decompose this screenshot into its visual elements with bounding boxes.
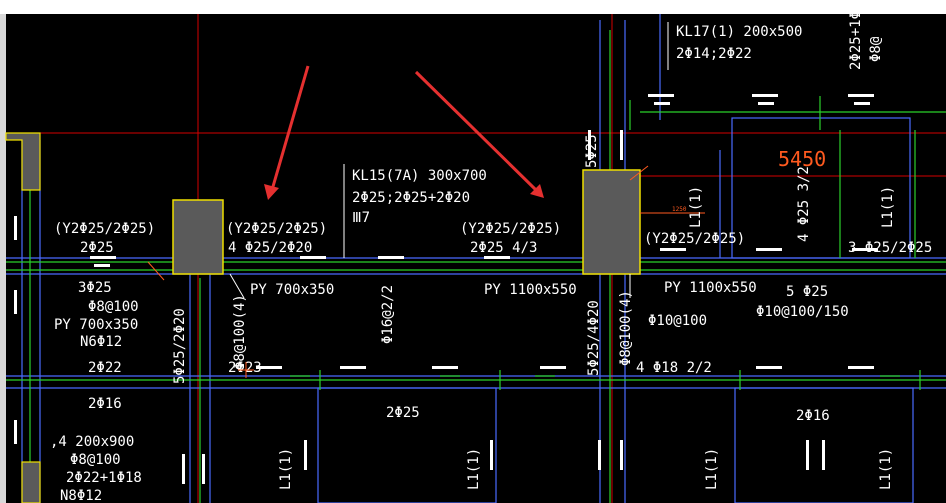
label-y-far: (Y2Φ25/2Φ25) bbox=[644, 231, 745, 247]
cad-drawing-canvas[interactable]: 5450 1250 KL17(1) 200x500 2Φ14;2Φ22 KL15… bbox=[0, 0, 946, 503]
label-phi8-left: Φ8@100 bbox=[88, 299, 139, 315]
label-2phi25-43: 2Φ25 4/3 bbox=[470, 240, 537, 256]
vlabel-l1-f: L1(1) bbox=[878, 448, 894, 490]
label-5phi25: 5 Φ25 bbox=[786, 284, 828, 300]
label-phi10-b: Φ10@100/150 bbox=[756, 304, 849, 320]
label-y-right: (Y2Φ25/2Φ25) bbox=[460, 221, 561, 237]
vlabel-l1-d: L1(1) bbox=[466, 448, 482, 490]
structural-plan: 5450 1250 KL17(1) 200x500 2Φ14;2Φ22 KL15… bbox=[0, 0, 946, 503]
vlabel-l1-b: L1(1) bbox=[880, 186, 896, 228]
label-2phi22: 2Φ22 bbox=[88, 360, 122, 376]
column-left[interactable] bbox=[172, 199, 224, 275]
vlabel-l1-c: L1(1) bbox=[278, 448, 294, 490]
label-py-700x350-a: PY 700x350 bbox=[54, 317, 138, 333]
vlabel-5phi25-4phi20: 5Φ25/4Φ20 bbox=[586, 300, 602, 376]
beam-outlines bbox=[6, 14, 946, 503]
vlabel-5phi25-2phi20: 5Φ25/2Φ20 bbox=[172, 308, 188, 384]
vlabel-phi16: Φ16@2/2 bbox=[380, 285, 396, 344]
label-4phi25: 4 Φ25/2Φ20 bbox=[228, 240, 312, 256]
vlabel-phi8-b: Φ8@100(4) bbox=[618, 290, 634, 366]
label-phi8-b: Φ8@100 bbox=[70, 452, 121, 468]
label-phi10-a: Φ10@100 bbox=[648, 313, 707, 329]
dimension-1250: 1250 bbox=[672, 206, 687, 213]
beam-kl15-name: KL15(7A) 300x700 bbox=[352, 168, 487, 184]
beam-kl17-name: KL17(1) 200x500 bbox=[676, 24, 802, 40]
label-y-left: (Y2Φ25/2Φ25) bbox=[54, 221, 155, 237]
label-2phi22-1phi18: 2Φ22+1Φ18 bbox=[66, 470, 142, 486]
label-py-700x350-b: PY 700x350 bbox=[250, 282, 334, 298]
beam-kl15-extra: Ⅲ7 bbox=[352, 210, 370, 226]
edge-column-top bbox=[5, 132, 41, 191]
label-n8: N8Φ12 bbox=[60, 488, 102, 503]
viewport-left-border bbox=[0, 0, 6, 503]
vlabel-5phi25: 5Φ25 bbox=[584, 134, 600, 168]
label-top-right-b: Φ8@ bbox=[868, 36, 884, 62]
label-y-mid: (Y2Φ25/2Φ25) bbox=[226, 221, 327, 237]
viewport-top-strip bbox=[0, 0, 946, 14]
edge-column-bottom bbox=[21, 461, 41, 503]
vlabel-4phi25: 4 Φ25 3/2 bbox=[796, 166, 812, 242]
label-n6: N6Φ12 bbox=[80, 334, 122, 350]
label-200x900: ,4 200x900 bbox=[50, 434, 134, 450]
label-py-1100x550-a: PY 1100x550 bbox=[484, 282, 577, 298]
rebar-marks bbox=[6, 30, 946, 503]
vlabel-l1-a: L1(1) bbox=[688, 186, 704, 228]
label-2phi25-left: 2Φ25 bbox=[80, 240, 114, 256]
label-4phi18: 4 Φ18 2/2 bbox=[636, 360, 712, 376]
label-top-right: 2Φ25+1Φ bbox=[848, 11, 864, 70]
vlabel-phi8-100-4: Φ8@100(4) bbox=[232, 294, 248, 370]
column-right[interactable] bbox=[582, 169, 641, 275]
label-2phi25-lower: 2Φ25 bbox=[386, 405, 420, 421]
vlabel-l1-e: L1(1) bbox=[704, 448, 720, 490]
label-2phi16-left: 2Φ16 bbox=[88, 396, 122, 412]
label-py-1100x550-b: PY 1100x550 bbox=[664, 280, 757, 296]
label-2phi16-right: 2Φ16 bbox=[796, 408, 830, 424]
beam-kl15-rebar: 2Φ25;2Φ25+2Φ20 bbox=[352, 190, 470, 206]
beam-kl17-rebar: 2Φ14;2Φ22 bbox=[676, 46, 752, 62]
label-3phi25-left: 3Φ25 bbox=[78, 280, 112, 296]
